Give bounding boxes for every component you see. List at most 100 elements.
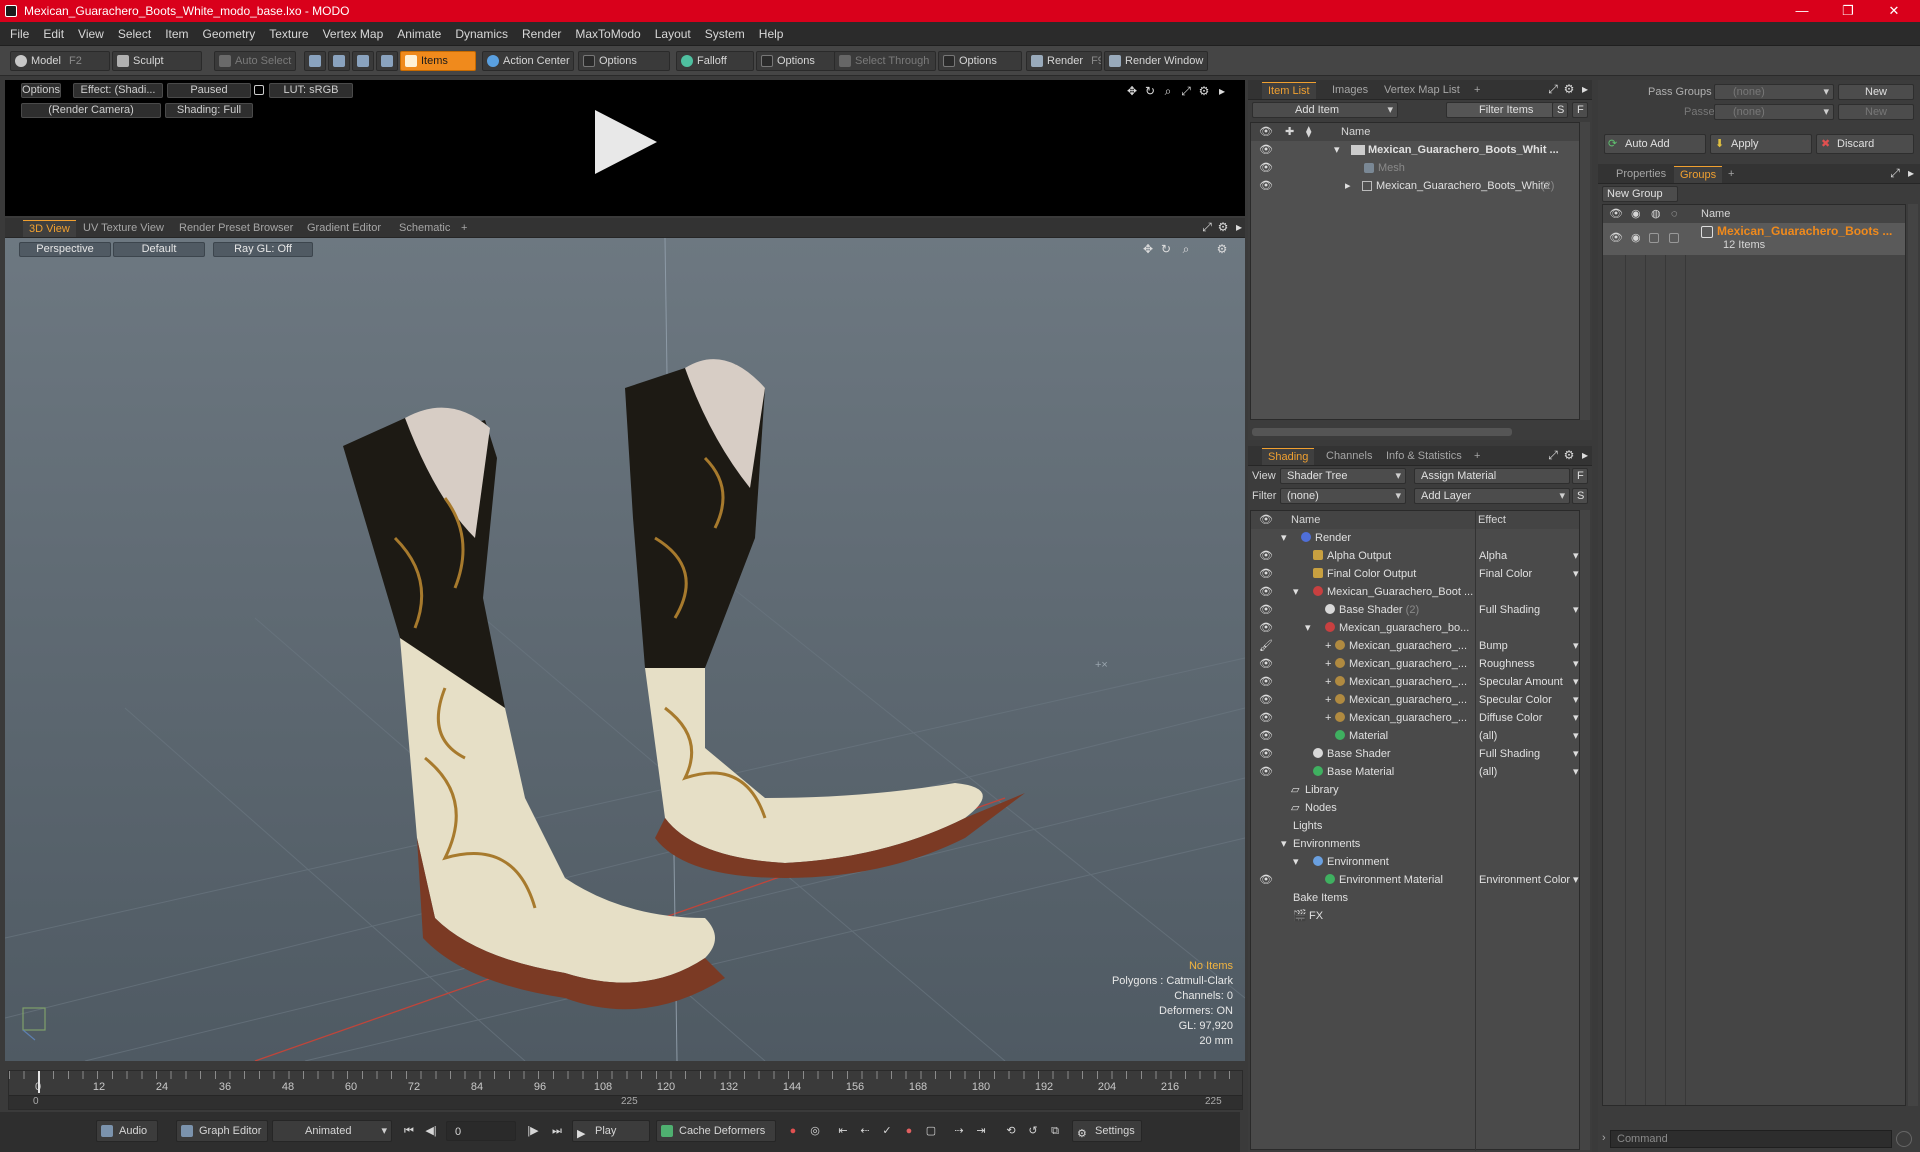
visibility-eye-icon[interactable]: 👁	[1259, 727, 1273, 745]
timeline[interactable]: 0 12 24 36 48 60 72 84 96 108 120 132 14…	[8, 1070, 1243, 1110]
shader-row-specular-amount[interactable]: 👁 + Mexican_guarachero_... Specular Amount	[1251, 673, 1579, 691]
item-list-scrollbar[interactable]	[1580, 122, 1590, 420]
shader-row-specular-color[interactable]: 👁 + Mexican_guarachero_... Specular Color	[1251, 691, 1579, 709]
action-center-options-button[interactable]: Options	[578, 51, 670, 71]
list-item[interactable]: 👁 ▾ Mexican_Guarachero_Boots_Whit ...	[1251, 141, 1579, 159]
select-toggle-icon[interactable]	[1669, 233, 1679, 243]
key-toggle-icon[interactable]: ✓	[880, 1124, 894, 1138]
visibility-eye-icon[interactable]: 👁	[1259, 583, 1273, 601]
shader-row-base-shader-2[interactable]: 👁 Base Shader Full Shading	[1251, 745, 1579, 763]
frame-input[interactable]: 0	[446, 1121, 516, 1141]
collapse-arrow-icon[interactable]: ▾	[1305, 619, 1311, 637]
list-item[interactable]: 👁 ▸ Mexican_Guarachero_Boots_White (2)	[1251, 177, 1579, 195]
settings-button[interactable]: ⚙ Settings	[1072, 1120, 1142, 1142]
shader-row-material-group[interactable]: 👁 ▾ Mexican_Guarachero_Boot ...	[1251, 583, 1579, 601]
visibility-eye-icon[interactable]: 👁	[1259, 691, 1273, 709]
expand-plus-icon[interactable]: +	[1325, 655, 1331, 673]
expand-plus-icon[interactable]: +	[1325, 673, 1331, 691]
groups-scrollbar[interactable]	[1908, 204, 1918, 1106]
panel-menu-icon[interactable]: ▸	[1578, 448, 1592, 462]
filter-items-input[interactable]: Filter Items	[1446, 102, 1558, 118]
previous-key-icon[interactable]: ◀|	[424, 1124, 438, 1138]
shader-row-base-material[interactable]: 👁 Base Material (all)	[1251, 763, 1580, 781]
next-key-icon[interactable]: |▶	[526, 1124, 540, 1138]
visibility-eye-icon[interactable]: 👁	[1259, 177, 1273, 195]
effect-dropdown[interactable]: Roughness	[1479, 655, 1578, 673]
effect-dropdown[interactable]: (all)	[1479, 727, 1580, 745]
play-button[interactable]: ▶ Play	[572, 1120, 650, 1142]
effect-dropdown[interactable]: Effect: (Shadi...	[73, 83, 163, 98]
select-through-button[interactable]: Select Through	[834, 51, 936, 71]
render-toggle-icon[interactable]: ◉	[1631, 231, 1641, 244]
visibility-eye-icon[interactable]: 👁	[1259, 763, 1273, 781]
f-toggle-button[interactable]: F	[1572, 102, 1588, 118]
polygons-mode-button[interactable]	[352, 51, 374, 71]
shader-tree-dropdown[interactable]: Shader Tree	[1280, 468, 1406, 484]
play-render-icon[interactable]	[595, 110, 657, 174]
edges-mode-button[interactable]	[328, 51, 350, 71]
items-mode-button[interactable]: Items	[400, 51, 476, 71]
auto-select-button[interactable]: Auto Select	[214, 51, 296, 71]
menu-system[interactable]: System	[698, 22, 752, 46]
paint-brush-icon[interactable]: 🖌	[1259, 637, 1273, 655]
add-tab-button[interactable]: +	[1468, 82, 1486, 99]
prev-frame-icon[interactable]: ⇠	[858, 1124, 872, 1138]
s-toggle-button[interactable]: S	[1552, 102, 1568, 118]
effect-dropdown[interactable]: Alpha	[1479, 547, 1579, 565]
pan-icon[interactable]: ✥	[1125, 84, 1139, 98]
collapse-arrow-icon[interactable]: ▾	[1293, 583, 1299, 601]
shader-row-bake-items[interactable]: Bake Items	[1251, 889, 1579, 907]
tab-render-preset-browser[interactable]: Render Preset Browser	[173, 220, 299, 237]
close-button[interactable]: ✕	[1872, 2, 1916, 20]
passes-dropdown[interactable]: (none)	[1714, 104, 1834, 120]
effect-dropdown[interactable]: Final Color	[1479, 565, 1579, 583]
visibility-eye-icon[interactable]: 👁	[1259, 871, 1273, 889]
menu-maxtomodo[interactable]: MaxToModo	[568, 22, 647, 46]
shader-tree-scrollbar[interactable]	[1580, 510, 1590, 1150]
effect-dropdown[interactable]: Diffuse Color	[1479, 709, 1579, 727]
visibility-eye-icon[interactable]: 👁	[1259, 159, 1273, 177]
add-tab-button[interactable]: +	[1468, 448, 1486, 465]
tab-schematic[interactable]: Schematic	[393, 220, 456, 237]
shader-row-fx[interactable]: 🎬 FX	[1251, 907, 1579, 925]
visibility-eye-icon[interactable]: 👁	[1259, 745, 1273, 763]
render-button[interactable]: Render F9	[1026, 51, 1102, 71]
menu-animate[interactable]: Animate	[390, 22, 448, 46]
action-center-button[interactable]: Action Center	[482, 51, 574, 71]
shader-row-roughness[interactable]: 👁 + Mexican_guarachero_... Roughness	[1251, 655, 1579, 673]
tab-properties[interactable]: Properties	[1610, 166, 1672, 183]
materials-mode-button[interactable]	[376, 51, 398, 71]
shader-row-diffuse-color[interactable]: 👁 + Mexican_guarachero_... Diffuse Color	[1251, 709, 1579, 727]
maximize-icon[interactable]: ⤢	[1888, 166, 1902, 180]
visibility-eye-icon[interactable]: 👁	[1259, 601, 1273, 619]
shader-row-material[interactable]: 👁 Material (all)	[1251, 727, 1580, 745]
shader-row-environment-material[interactable]: 👁 Environment Material Environment Color	[1251, 871, 1579, 889]
next-frame-icon[interactable]: ⇢	[952, 1124, 966, 1138]
discard-button[interactable]: ✖ Discard	[1816, 134, 1914, 154]
add-item-dropdown[interactable]: Add Item	[1252, 102, 1398, 118]
record-icon[interactable]: ●	[902, 1124, 916, 1138]
tab-groups[interactable]: Groups	[1674, 166, 1723, 183]
new-pass-group-button[interactable]: New	[1838, 84, 1914, 100]
effect-dropdown[interactable]: Specular Amount	[1479, 673, 1578, 691]
effect-dropdown[interactable]: Full Shading	[1479, 745, 1579, 763]
collapse-arrow-icon[interactable]: ▾	[1334, 141, 1340, 159]
go-to-end-icon[interactable]: ⏭	[550, 1124, 564, 1138]
menu-file[interactable]: File	[3, 22, 36, 46]
groups-list[interactable]: 👁 ◉ ◍ ◌ Name 👁 ◉ Mexican_Guarachero_Boot…	[1602, 204, 1906, 1106]
loop-icon[interactable]: ⟲	[1004, 1124, 1018, 1138]
visibility-eye-icon[interactable]: 👁	[1259, 709, 1273, 727]
maximize-icon[interactable]: ⤢	[1546, 448, 1560, 462]
refresh-icon[interactable]: ↺	[1026, 1124, 1040, 1138]
apply-button[interactable]: ⬇ Apply	[1710, 134, 1812, 154]
delete-key-icon[interactable]: ▢	[924, 1124, 938, 1138]
settings-gear-icon[interactable]: ⚙	[1197, 84, 1211, 98]
new-pass-button[interactable]: New	[1838, 104, 1914, 120]
lock-icon[interactable]	[254, 85, 264, 95]
panel-menu-icon[interactable]: ▸	[1215, 84, 1229, 98]
menu-edit[interactable]: Edit	[36, 22, 71, 46]
visibility-eye-icon[interactable]: 👁	[1259, 619, 1273, 637]
rotate-icon[interactable]: ↻	[1143, 84, 1157, 98]
3d-viewport[interactable]: Perspective Default Ray GL: Off ✥ ↻ ⌕ ⚙	[5, 238, 1245, 1061]
visibility-eye-icon[interactable]: 👁	[1259, 547, 1273, 565]
